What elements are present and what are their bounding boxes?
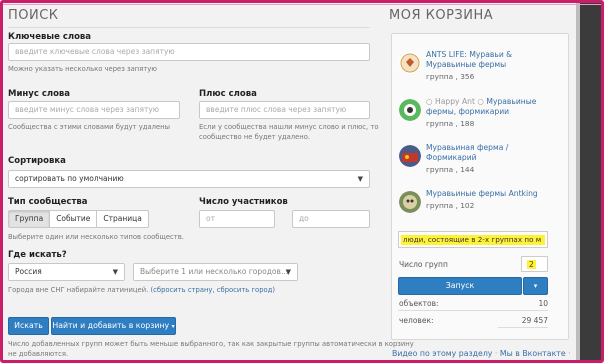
cart-item-name-line1: ○ Happy Ant ○ Муравьиные	[426, 97, 566, 107]
caret-down-icon: ▾	[533, 282, 538, 290]
where-hint-text: Города вне СНГ набирайте латиницей.	[8, 286, 149, 294]
cart-item[interactable]: Муравьиная ферма / Формикарий группа , 1…	[396, 143, 566, 175]
sort-value: сортировать по умолчанию	[15, 174, 124, 183]
cart-item-meta: группа , 102	[426, 201, 475, 210]
cart-item-meta: группа , 144	[426, 165, 475, 174]
keywords-input[interactable]: введите ключевые слова через запятую	[8, 43, 370, 61]
cart-item-prefix: ○ Happy Ant ○	[426, 97, 484, 106]
plus-hint-2: сообщество не будет удалено.	[199, 133, 311, 141]
video-link[interactable]: Видео по этому разделу	[392, 349, 492, 358]
find-add-label: Найти и добавить в корзину	[52, 321, 170, 330]
cart-item-name[interactable]: ○ Happy Ant ○ Муравьиные фермы, формикар…	[426, 97, 566, 117]
stats-divider	[398, 310, 548, 311]
footer-separator: ·	[494, 349, 498, 358]
cart-text-field[interactable]: люди, состоящие в 2-х группах по м	[398, 231, 548, 248]
find-add-to-cart-button[interactable]: Найти и добавить в корзину ▾	[51, 317, 176, 335]
country-value: Россия	[15, 267, 42, 276]
footer-hint-2: не добавляются.	[8, 350, 69, 358]
members-to-input[interactable]: до	[292, 210, 370, 228]
type-event-button[interactable]: Событие	[49, 210, 98, 228]
groups-count-value: 2	[527, 260, 536, 269]
community-type-group: Группа Событие Страница	[8, 210, 149, 228]
caret-down-icon: ▾	[171, 323, 175, 330]
groups-count-label: Число групп	[399, 260, 448, 269]
country-select[interactable]: Россия ▼	[8, 263, 125, 281]
cart-item-name-part: Муравьиные	[486, 97, 537, 106]
city-placeholder: Выберите 1 или несколько городов...	[140, 267, 289, 276]
cart-title: МОЯ КОРЗИНА	[389, 8, 494, 23]
sort-label: Сортировка	[8, 156, 66, 166]
members-from-input[interactable]: от	[199, 210, 275, 228]
cart-item[interactable]: Муравьиные фермы Antking группа , 102	[396, 189, 566, 221]
ants-life-logo-icon	[399, 52, 421, 74]
cart-item-name-line2: Муравьиные фермы	[426, 60, 507, 69]
minus-label: Минус слова	[8, 89, 71, 99]
cart-item[interactable]: ANTS LIFE: Муравьи & Муравьиные фермы гр…	[396, 50, 566, 82]
where-label: Где искать?	[8, 250, 67, 260]
happy-ant-logo-icon	[399, 99, 421, 121]
community-type-hint: Выберите один или несколько типов сообще…	[8, 233, 184, 241]
keywords-label: Ключевые слова	[8, 32, 92, 42]
search-button[interactable]: Искать	[8, 317, 49, 335]
cart-item-name-line1: Муравьиные фермы Antking	[426, 189, 538, 198]
groups-count-input[interactable]: 2	[521, 256, 548, 272]
members-label: Число участников	[199, 197, 288, 207]
cart-item-name-line2: фермы, формикарии	[426, 107, 510, 116]
people-underline	[498, 327, 548, 328]
cart-item-meta: группа , 188	[426, 119, 475, 128]
minus-hint: Сообщества с этими словами будут удалены	[8, 123, 170, 131]
cart-item-name[interactable]: Муравьиные фермы Antking	[426, 189, 566, 199]
right-scroll-edge	[580, 3, 601, 360]
people-value: 29 457	[521, 316, 548, 325]
frame-inner-line	[3, 4, 601, 5]
reset-country-city-link[interactable]: (сбросить страну, сбросить город)	[150, 286, 275, 294]
objects-value: 10	[538, 299, 548, 308]
footer-links: Видео по этому разделу · Мы в Вконтакте …	[392, 349, 571, 358]
type-page-button[interactable]: Страница	[96, 210, 149, 228]
ant-farm-avatar-icon	[399, 145, 421, 167]
community-type-label: Тип сообщества	[8, 197, 88, 207]
launch-button[interactable]: Запуск	[398, 277, 522, 295]
antking-avatar-icon	[399, 191, 421, 213]
cart-item-name-line1: ANTS LIFE: Муравьи &	[426, 50, 513, 59]
cart-item-meta: группа , 356	[426, 72, 475, 81]
title-divider	[8, 27, 370, 28]
right-edge-strip	[576, 3, 580, 360]
footer-hint-1: Число добавленных групп может быть меньш…	[8, 340, 414, 348]
cart-item[interactable]: ○ Happy Ant ○ Муравьиные фермы, формикар…	[396, 97, 566, 129]
search-title: ПОИСК	[8, 8, 59, 23]
type-group-button[interactable]: Группа	[8, 210, 51, 228]
city-select[interactable]: Выберите 1 или несколько городов... ▼	[133, 263, 298, 281]
vk-link[interactable]: Мы в Вконтакте	[500, 349, 566, 358]
people-label: человек:	[399, 316, 434, 325]
plus-input[interactable]: введите плюс слова через запятую	[199, 101, 370, 119]
cart-item-name-line1: Муравьиная ферма /	[426, 143, 509, 152]
footer-dots: ·	[568, 349, 571, 358]
chevron-down-icon: ▼	[357, 175, 363, 183]
cart-item-name[interactable]: ANTS LIFE: Муравьи & Муравьиные фермы	[426, 50, 566, 70]
plus-label: Плюс слова	[199, 89, 257, 99]
cart-item-name[interactable]: Муравьиная ферма / Формикарий	[426, 143, 566, 163]
plus-hint-1: Если у сообщества нашли минус слово и пл…	[199, 123, 379, 131]
cart-text-field-value: люди, состоящие в 2-х группах по м	[401, 235, 545, 245]
keywords-hint: Можно указать несколько через запятую	[8, 65, 157, 73]
minus-input[interactable]: введите минус слова через запятую	[8, 101, 180, 119]
cart-item-name-line2: Формикарий	[426, 153, 477, 162]
where-hint: Города вне СНГ набирайте латиницей. (сбр…	[8, 285, 275, 295]
chevron-down-icon: ▼	[112, 268, 118, 276]
objects-label: объектов:	[399, 299, 439, 308]
chevron-down-icon: ▼	[285, 268, 291, 276]
launch-dropdown-button[interactable]: ▾	[523, 277, 548, 295]
sort-select[interactable]: сортировать по умолчанию ▼	[8, 170, 370, 188]
